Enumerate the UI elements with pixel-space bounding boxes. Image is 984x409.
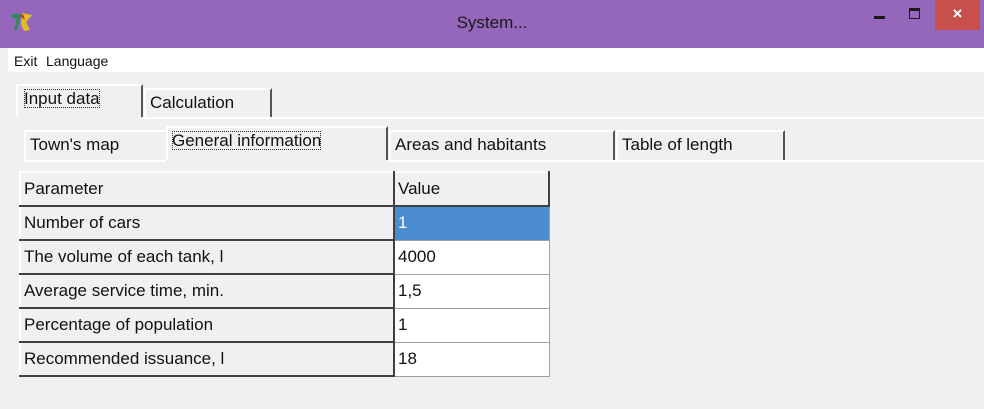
- value-cell[interactable]: 1,5: [393, 273, 550, 309]
- close-icon: ×: [952, 4, 963, 23]
- table-row: The volume of each tank, l 4000: [19, 239, 550, 275]
- parameters-grid[interactable]: Parameter Value Number of cars 1 The vol…: [19, 171, 550, 377]
- tab-towns-map[interactable]: Town's map: [24, 130, 169, 160]
- tab-calculation[interactable]: Calculation: [144, 88, 272, 117]
- menu-bar: Exit Language: [8, 48, 984, 72]
- title-bar[interactable]: System... ×: [0, 0, 984, 48]
- window-title: System...: [456, 13, 528, 32]
- table-row: Percentage of population 1: [19, 307, 550, 343]
- grid-header-row: Parameter Value: [19, 171, 550, 207]
- tab-table-of-length[interactable]: Table of length: [616, 130, 785, 160]
- value-cell[interactable]: 1: [393, 307, 550, 343]
- tab-input-data[interactable]: Input data: [16, 84, 143, 117]
- minimize-button[interactable]: [862, 0, 896, 30]
- parameter-cell: Average service time, min.: [19, 273, 395, 309]
- menu-language[interactable]: Language: [46, 53, 108, 69]
- value-cell[interactable]: 1: [393, 205, 550, 241]
- tab-general-information[interactable]: General information: [166, 126, 388, 160]
- table-row: Recommended issuance, l 18: [19, 341, 550, 377]
- maximize-button[interactable]: [898, 0, 932, 30]
- parameter-cell: The volume of each tank, l: [19, 239, 395, 275]
- parameter-cell: Number of cars: [19, 205, 395, 241]
- column-header-parameter[interactable]: Parameter: [19, 171, 395, 207]
- tab-areas-and-habitants[interactable]: Areas and habitants: [389, 130, 615, 160]
- value-cell[interactable]: 18: [393, 341, 550, 377]
- menu-exit[interactable]: Exit: [14, 53, 37, 69]
- outer-tab-panel-edge: [143, 117, 984, 119]
- parameter-cell: Recommended issuance, l: [19, 341, 395, 377]
- close-button[interactable]: ×: [935, 0, 980, 30]
- column-header-value[interactable]: Value: [393, 171, 550, 207]
- inner-tab-panel-edge-right: [388, 160, 984, 162]
- table-row: Number of cars 1: [19, 205, 550, 241]
- inner-tab-panel-edge-left: [24, 160, 166, 162]
- table-row: Average service time, min. 1,5: [19, 273, 550, 309]
- value-cell[interactable]: 4000: [393, 239, 550, 275]
- parameter-cell: Percentage of population: [19, 307, 395, 343]
